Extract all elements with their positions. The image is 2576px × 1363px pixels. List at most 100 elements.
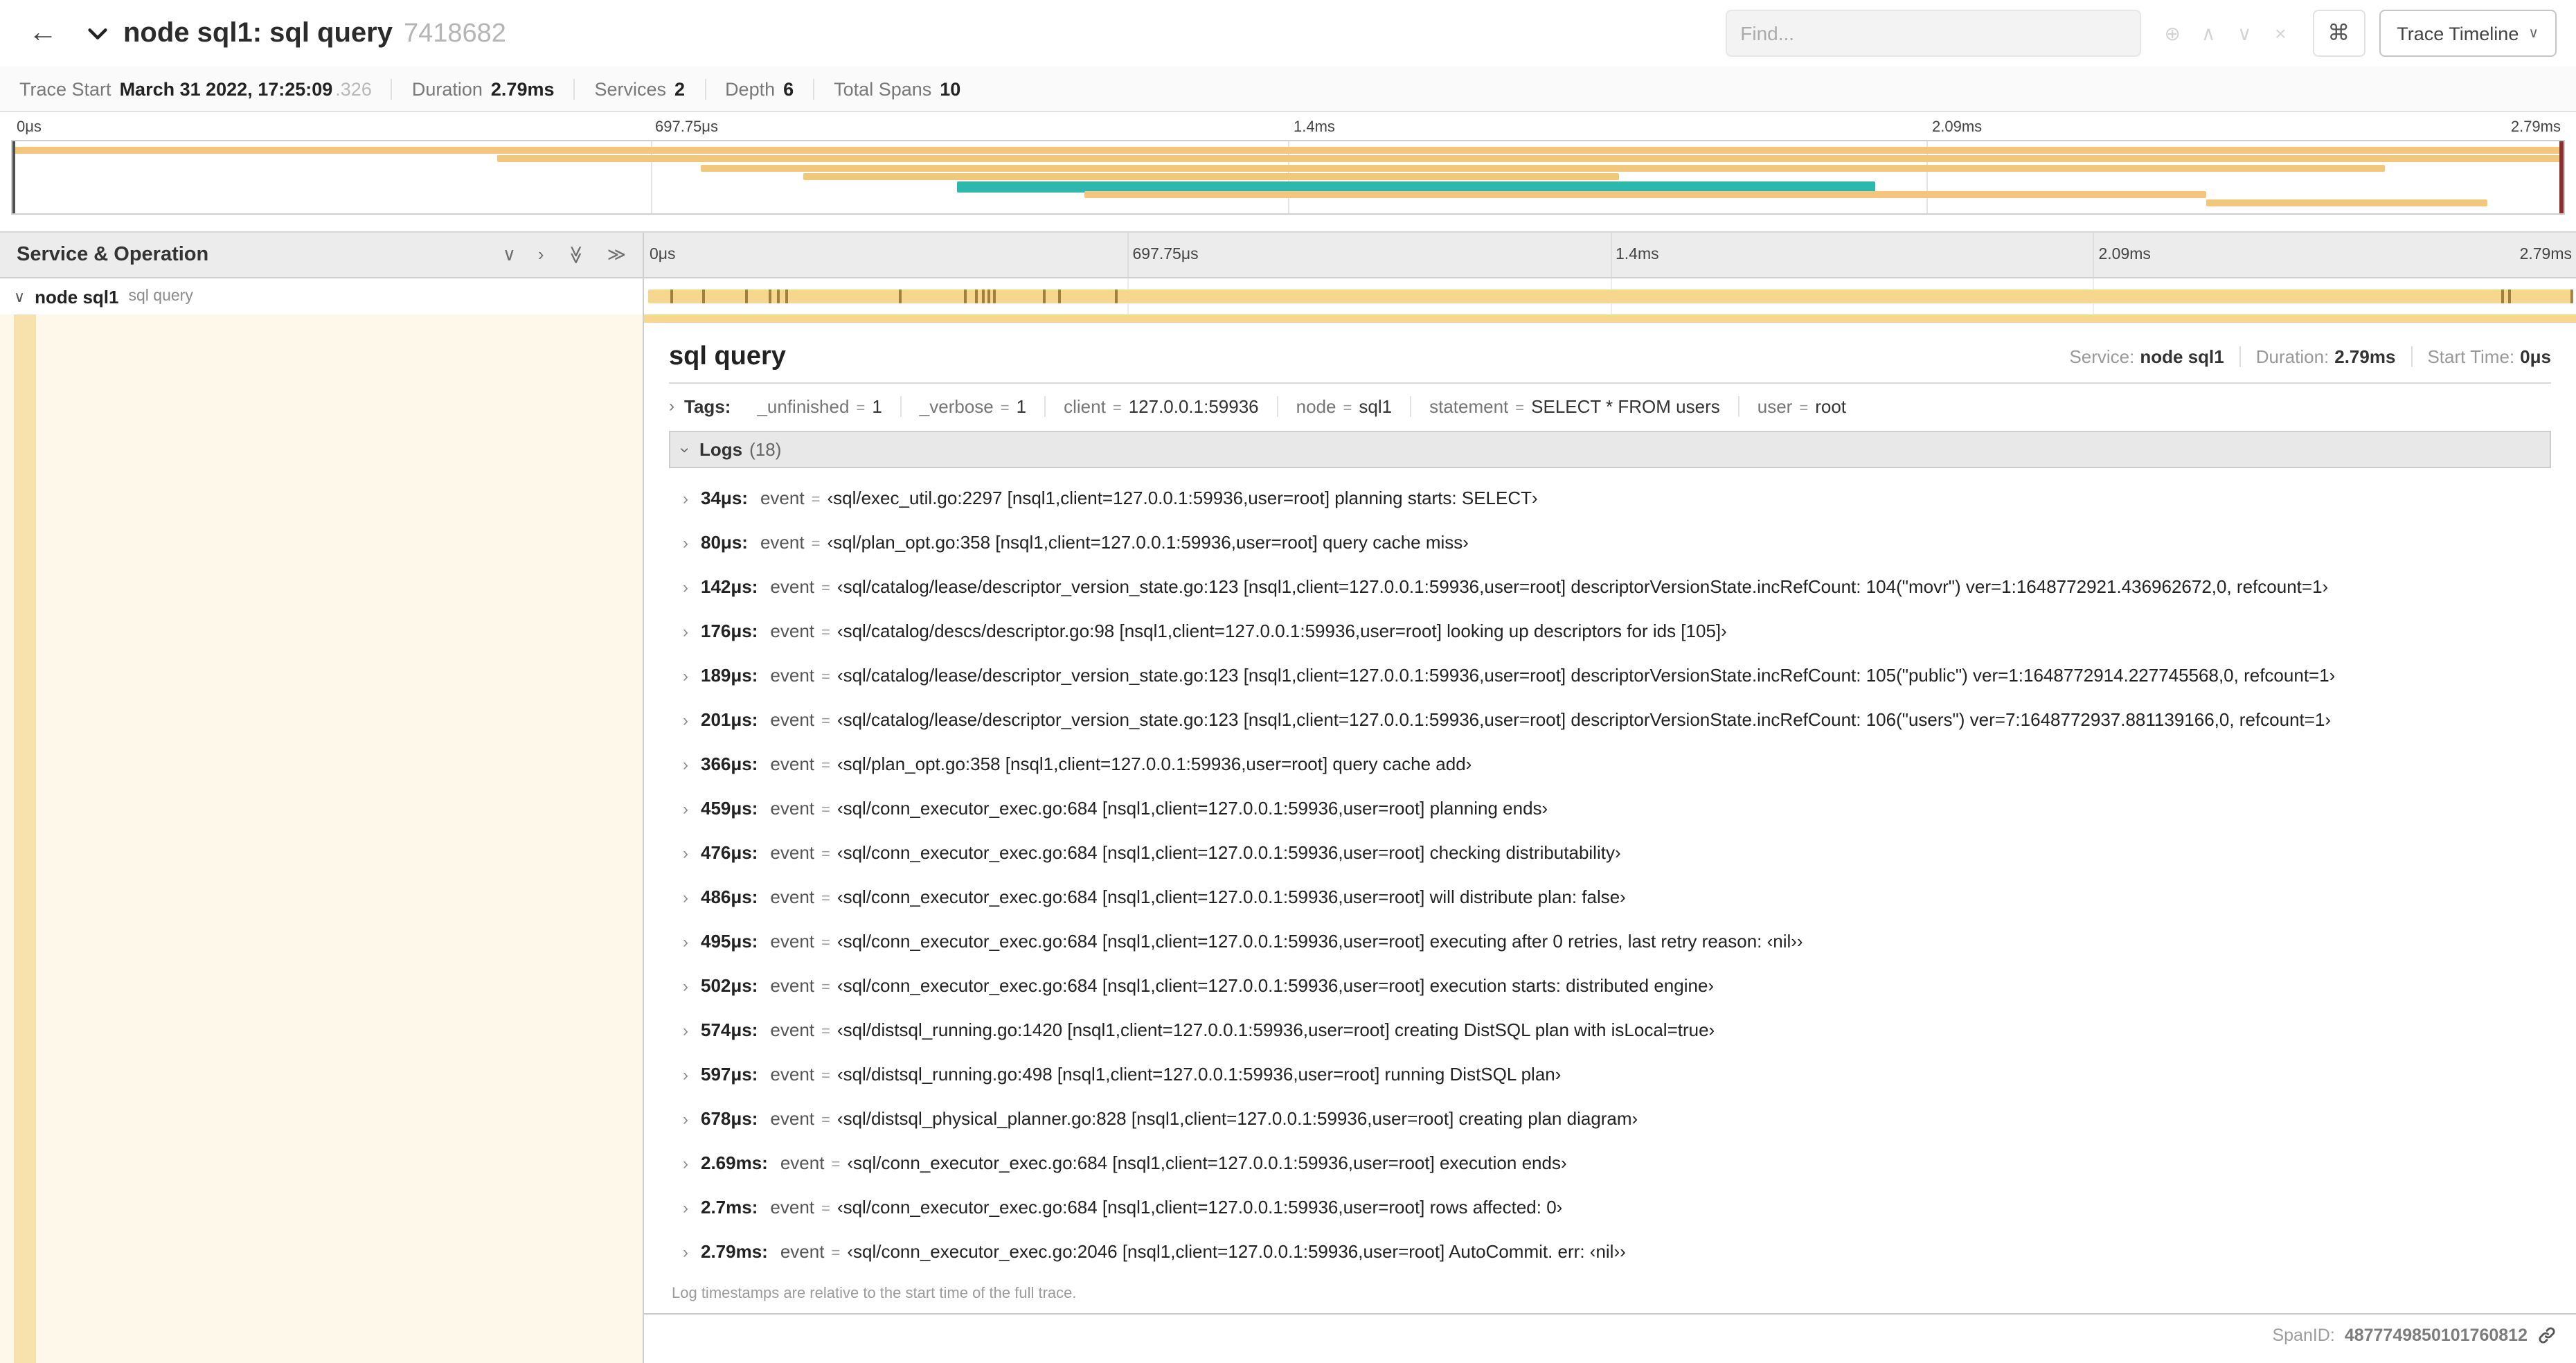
view-options-button[interactable]: Trace Timeline ∨ <box>2379 10 2557 57</box>
chevron-right-icon: › <box>683 977 688 996</box>
find-input[interactable] <box>1725 10 2141 57</box>
zoom-in-icon[interactable]: ⊕ <box>2154 21 2190 45</box>
log-entry[interactable]: › 495μs: event = ‹sql/conn_executor_exec.go:… <box>683 920 2551 964</box>
chevron-right-icon: › <box>683 578 688 597</box>
summary-value: 2 <box>674 78 686 99</box>
collapse-trace-chevron-icon[interactable] <box>86 21 109 45</box>
log-entry[interactable]: › 678μs: event = ‹sql/distsql_physical_plann… <box>683 1097 2551 1141</box>
logs-label: Logs <box>699 439 743 460</box>
span-row-track <box>644 278 2576 314</box>
log-field-value: ‹sql/conn_executor_exec.go:684 [nsql1,cl… <box>837 798 1548 819</box>
time-tick-label: 2.09ms <box>2098 247 2151 263</box>
log-marker <box>670 289 673 303</box>
log-entry[interactable]: › 2.7ms: event = ‹sql/conn_executor_exec.go:… <box>683 1186 2551 1230</box>
log-entry[interactable]: › 2.79ms: event = ‹sql/conn_executor_exec.go… <box>683 1230 2551 1274</box>
minimap-left-scrubber[interactable] <box>12 141 15 213</box>
log-marker <box>777 289 780 303</box>
tag-item: _verbose = 1 <box>900 395 1044 416</box>
expand-all-icon[interactable]: ≫ <box>607 244 626 266</box>
chevron-right-icon: › <box>683 489 688 508</box>
clear-search-icon[interactable]: × <box>2262 22 2298 44</box>
chevron-right-icon: › <box>683 888 688 907</box>
equals-sign: = <box>1000 400 1010 416</box>
tag-value: sql1 <box>1359 395 1393 416</box>
log-entry[interactable]: › 476μs: event = ‹sql/conn_executor_exec.go:… <box>683 831 2551 875</box>
gridline <box>1610 233 1611 277</box>
log-entry[interactable]: › 80μs: event = ‹sql/plan_opt.go:358 [nsql1,… <box>683 521 2551 565</box>
minimap-canvas[interactable] <box>11 140 2565 215</box>
log-field-key: event <box>770 754 815 774</box>
summary-label: Duration <box>411 78 483 99</box>
log-entry[interactable]: › 486μs: event = ‹sql/conn_executor_exec.go:… <box>683 875 2551 920</box>
logs-section-header[interactable]: › Logs (18) <box>669 431 2551 468</box>
equals-sign: = <box>821 979 830 996</box>
tag-key: statement <box>1429 395 1509 416</box>
log-timestamp: 486μs: <box>701 887 758 907</box>
log-field-value: ‹sql/catalog/lease/descriptor_version_st… <box>837 665 2336 686</box>
log-timestamp: 201μs: <box>701 709 758 730</box>
log-timestamp: 189μs: <box>701 665 758 686</box>
span-meta: Service: node sql1 Duration: 2.79ms Start Ti… <box>2054 346 2551 367</box>
minimap-span-bar <box>12 147 2564 154</box>
collapse-all-icon[interactable]: ≫ <box>564 245 587 264</box>
log-entry[interactable]: › 34μs: event = ‹sql/exec_util.go:2297 [nsql… <box>683 476 2551 521</box>
tag-value: 127.0.0.1:59936 <box>1128 395 1259 416</box>
trace-minimap: 0μs 697.75μs 1.4ms 2.09ms 2.79ms <box>0 112 2576 215</box>
chevron-down-icon[interactable]: ∨ <box>14 287 25 305</box>
log-marker <box>963 289 966 303</box>
log-entry[interactable]: › 459μs: event = ‹sql/conn_executor_exec.go:… <box>683 787 2551 831</box>
log-entry[interactable]: › 176μs: event = ‹sql/catalog/descs/descript… <box>683 609 2551 654</box>
page-title: node sql1: sql query 7418682 <box>123 17 506 49</box>
span-id-row: SpanID: 4877749850101760812 <box>644 1315 2576 1356</box>
log-marker <box>1114 289 1118 303</box>
equals-sign: = <box>821 580 830 597</box>
equals-sign: = <box>821 891 830 907</box>
log-field-value: ‹sql/conn_executor_exec.go:2046 [nsql1,c… <box>847 1241 1626 1262</box>
log-field-value: ‹sql/catalog/lease/descriptor_version_st… <box>837 709 2332 730</box>
span-meta-value: 2.79ms <box>2334 346 2396 367</box>
log-field-key: event <box>770 1064 815 1085</box>
log-entry[interactable]: › 2.69ms: event = ‹sql/conn_executor_exec.go… <box>683 1141 2551 1186</box>
span-row-label[interactable]: ∨ node sql1 sql query <box>0 278 644 314</box>
log-rows: › 34μs: event = ‹sql/exec_util.go:2297 [nsql… <box>669 468 2551 1274</box>
summary-label: Depth <box>725 78 776 99</box>
chevron-right-icon: › <box>683 1110 688 1129</box>
log-field-key: event <box>770 576 815 597</box>
log-timestamp: 459μs: <box>701 798 758 819</box>
log-entry[interactable]: › 597μs: event = ‹sql/distsql_running.go:498… <box>683 1053 2551 1097</box>
log-marker <box>992 289 996 303</box>
log-field-value: ‹sql/distsql_physical_planner.go:828 [ns… <box>837 1108 1638 1129</box>
log-entry[interactable]: › 201μs: event = ‹sql/catalog/lease/descript… <box>683 698 2551 742</box>
tag-key: user <box>1757 395 1793 416</box>
chevron-right-icon: › <box>683 1242 688 1262</box>
span-bar[interactable] <box>648 289 2573 303</box>
tags-row[interactable]: › Tags: _unfinished = 1 _verbose = 1 client = 12… <box>669 384 2551 428</box>
minimap-right-scrubber[interactable] <box>2559 141 2564 213</box>
timeline-ruler: 0μs 697.75μs 1.4ms 2.09ms 2.79ms <box>644 233 2576 277</box>
equals-sign: = <box>1343 400 1352 416</box>
span-row[interactable]: ∨ node sql1 sql query <box>0 278 2576 314</box>
log-entry[interactable]: › 502μs: event = ‹sql/conn_executor_exec.go:… <box>683 964 2551 1008</box>
prev-result-icon[interactable]: ∧ <box>2190 21 2226 45</box>
log-field-value: ‹sql/conn_executor_exec.go:684 [nsql1,cl… <box>837 931 1803 952</box>
log-timestamp: 2.79ms: <box>701 1241 768 1262</box>
span-detail-panel: sql query Service: node sql1 Duration: 2.79… <box>644 323 2576 1315</box>
log-entry[interactable]: › 574μs: event = ‹sql/distsql_running.go:142… <box>683 1008 2551 1053</box>
link-icon[interactable] <box>2537 1326 2557 1345</box>
log-entry[interactable]: › 142μs: event = ‹sql/catalog/lease/descript… <box>683 565 2551 609</box>
log-field-key: event <box>770 709 815 730</box>
log-entry[interactable]: › 366μs: event = ‹sql/plan_opt.go:358 [nsql1… <box>683 742 2551 787</box>
expand-one-icon[interactable]: › <box>538 244 544 266</box>
tag-value: 1 <box>872 395 882 416</box>
span-meta-value: node sql1 <box>2140 346 2224 367</box>
back-button[interactable]: ← <box>19 10 66 57</box>
keyboard-shortcuts-button[interactable]: ⌘ <box>2312 10 2365 57</box>
log-entry[interactable]: › 189μs: event = ‹sql/catalog/lease/descript… <box>683 654 2551 698</box>
tags-label: Tags: <box>684 395 731 416</box>
span-meta-value: 0μs <box>2520 346 2551 367</box>
time-tick-label: 697.75μs <box>655 119 718 136</box>
log-field-value: ‹sql/conn_executor_exec.go:684 [nsql1,cl… <box>837 842 1621 863</box>
equals-sign: = <box>821 1068 830 1085</box>
next-result-icon[interactable]: ∨ <box>2226 21 2262 45</box>
collapse-one-icon[interactable]: ∨ <box>503 244 516 266</box>
